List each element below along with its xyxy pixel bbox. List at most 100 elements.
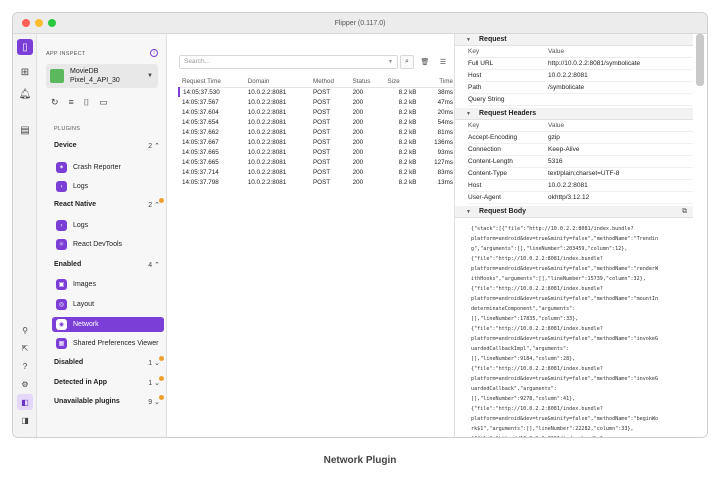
kv-key: Path bbox=[468, 84, 482, 91]
kv-row[interactable]: Host 10.0.2.2:8081 bbox=[468, 180, 693, 192]
chevron-down-icon: ▼ bbox=[466, 209, 471, 215]
kv-row[interactable]: Content-Length 5316 bbox=[468, 156, 693, 168]
group-enabled[interactable]: Enabled 4 ⌃ bbox=[54, 261, 164, 269]
plugin-shared-preferences[interactable]: ▦ Shared Preferences Viewer bbox=[52, 336, 164, 351]
images-icon: ▣ bbox=[56, 279, 67, 290]
list-icon[interactable]: ☰ bbox=[436, 55, 450, 69]
table-row[interactable]: 14:05:37.665 10.0.2.2:8081 POST 200 8.2 kB 93… bbox=[179, 147, 456, 157]
table-row[interactable]: 14:05:37.530 10.0.2.2:8081 POST 200 8.2 kB 38… bbox=[178, 87, 456, 97]
shared-preferences-icon: ▦ bbox=[56, 338, 67, 349]
key-column-label: Key bbox=[468, 122, 480, 129]
kv-row[interactable]: Path/symbolicate bbox=[468, 82, 693, 94]
video-icon[interactable]: ▭ bbox=[99, 97, 108, 108]
left-rail: ▯ ⊞ 🔔︎ ▤ ⚲ ⇱ ? ⚙ ◧ ◨ bbox=[13, 34, 37, 437]
grid-icon[interactable]: ⊞ bbox=[17, 64, 33, 80]
sidebar-toggle-icon[interactable]: ◧ bbox=[17, 394, 33, 410]
column-header[interactable]: Request Time bbox=[179, 76, 245, 88]
plugin-images[interactable]: ▣ Images bbox=[52, 277, 164, 292]
table-cell: 10.0.2.2:8081 bbox=[247, 118, 287, 126]
table-cell: 10.0.2.2:8081 bbox=[247, 88, 287, 96]
plugin-label: Network bbox=[73, 321, 99, 328]
table-cell: POST bbox=[312, 138, 331, 146]
plugin-sidebar: APP INSPECT i MovieDB Pixel_4_API_30 ▼ ↻… bbox=[37, 34, 167, 437]
table-row[interactable]: 14:05:37.714 10.0.2.2:8081 POST 200 8.2 kB 83… bbox=[179, 167, 456, 177]
plugin-label: Logs bbox=[73, 222, 89, 229]
panel-toggle-icon[interactable]: ◨ bbox=[17, 412, 33, 428]
trash-icon[interactable]: 🗑︎ bbox=[418, 55, 432, 69]
plugin-crash-reporter[interactable]: ✶ Crash Reporter bbox=[52, 160, 164, 175]
table-row[interactable]: 14:05:37.667 10.0.2.2:8081 POST 200 8.2 kB 13… bbox=[179, 137, 456, 147]
search-icon[interactable]: ⌕ bbox=[400, 55, 414, 69]
plugin-label: Layout bbox=[73, 301, 95, 308]
column-header[interactable]: Time bbox=[419, 76, 456, 88]
plugin-layout[interactable]: ◎ Layout bbox=[52, 297, 164, 312]
detail-scrollbar[interactable] bbox=[696, 34, 704, 86]
group-react-native[interactable]: React Native 2 ⌃ bbox=[54, 198, 164, 209]
document-icon[interactable]: ▤ bbox=[17, 122, 33, 138]
chevron-down-icon: ▼ bbox=[388, 59, 393, 65]
plugin-device-logs[interactable]: › Logs bbox=[52, 179, 164, 194]
kv-row[interactable]: Accept-Encoding gzip bbox=[468, 132, 693, 144]
section-request[interactable]: ▼ Request bbox=[455, 34, 693, 46]
table-cell: 14:05:37.665 bbox=[182, 148, 219, 156]
kv-row[interactable]: Query String bbox=[468, 94, 693, 106]
refresh-icon[interactable]: ↻ bbox=[51, 97, 59, 108]
info-icon[interactable]: i bbox=[150, 49, 158, 57]
section-request-body[interactable]: ▼ Request Body ⧉ bbox=[455, 206, 693, 218]
table-row[interactable]: 14:05:37.604 10.0.2.2:8081 POST 200 8.2 kB 20… bbox=[179, 107, 456, 117]
settings-icon[interactable]: ⚙ bbox=[17, 376, 33, 392]
bell-icon[interactable]: 🔔︎ bbox=[17, 86, 33, 102]
table-row[interactable]: 14:05:37.798 10.0.2.2:8081 POST 200 8.2 kB 13… bbox=[179, 177, 456, 187]
group-device[interactable]: Device 2 ⌃ bbox=[54, 142, 164, 150]
table-cell: 8.2 kB bbox=[398, 168, 417, 176]
camera-icon[interactable]: ⌷ bbox=[84, 97, 89, 108]
section-request-headers[interactable]: ▼ Request Headers bbox=[455, 108, 693, 120]
table-cell: 8.2 kB bbox=[398, 88, 417, 96]
group-detected-in-app[interactable]: Detected in App 1 ⌄ bbox=[54, 376, 164, 387]
headers-kv-header: Key Value bbox=[468, 120, 693, 132]
table-cell: 136ms bbox=[434, 138, 453, 146]
plugin-network[interactable]: ◉ Network bbox=[52, 317, 164, 332]
requests-table-body: 14:05:37.530 10.0.2.2:8081 POST 200 8.2 kB 38… bbox=[178, 87, 456, 187]
table-cell: 14:05:37.654 bbox=[182, 118, 219, 126]
group-unavailable[interactable]: Unavailable plugins 9 ⌄ bbox=[54, 395, 164, 406]
help-icon[interactable]: ? bbox=[17, 358, 33, 374]
table-cell: 200 bbox=[352, 168, 364, 176]
column-header[interactable]: Status bbox=[349, 76, 385, 88]
export-icon[interactable]: ⇱ bbox=[17, 340, 33, 356]
table-cell: 14:05:37.662 bbox=[182, 128, 219, 136]
kv-row[interactable]: User-Agent okhttp/3.12.12 bbox=[468, 192, 693, 204]
plugin-rn-logs[interactable]: › Logs bbox=[52, 218, 164, 233]
table-row[interactable]: 14:05:37.567 10.0.2.2:8081 POST 200 8.2 kB 47… bbox=[179, 97, 456, 107]
app-inspect-icon[interactable]: ▯ bbox=[17, 39, 33, 55]
group-disabled[interactable]: Disabled 1 ⌄ bbox=[54, 356, 164, 367]
menu-icon[interactable]: ≡ bbox=[69, 97, 74, 108]
table-row[interactable]: 14:05:37.662 10.0.2.2:8081 POST 200 8.2 kB 81… bbox=[179, 127, 456, 137]
table-cell: 14:05:37.530 bbox=[178, 87, 245, 97]
plugin-label: Images bbox=[73, 281, 96, 288]
table-cell: 200 bbox=[352, 88, 364, 96]
copy-icon[interactable]: ⧉ bbox=[682, 206, 687, 218]
plugin-react-devtools[interactable]: ⚛ React DevTools bbox=[52, 237, 164, 252]
table-row[interactable]: 14:05:37.665 10.0.2.2:8081 POST 200 8.2 kB 12… bbox=[179, 157, 456, 167]
table-row[interactable]: 14:05:37.654 10.0.2.2:8081 POST 200 8.2 kB 54… bbox=[179, 117, 456, 127]
column-header[interactable]: Size bbox=[384, 76, 420, 88]
requests-table: Request Time Domain Method Status Size Time 1… bbox=[178, 76, 456, 187]
table-cell: POST bbox=[312, 148, 331, 156]
kv-row[interactable]: Full URL http://10.0.2.2:8081/symbolicate bbox=[468, 58, 693, 70]
window-title: Flipper (0.117.0) bbox=[334, 19, 386, 27]
column-header[interactable]: Domain bbox=[244, 76, 310, 88]
kv-row[interactable]: Connection Keep-Alive bbox=[468, 144, 693, 156]
title-bar: Flipper (0.117.0) bbox=[13, 13, 707, 34]
group-enabled-label: Enabled bbox=[54, 261, 82, 268]
table-cell: 83ms bbox=[437, 168, 453, 176]
kv-row[interactable]: Content-Type text/plain;charset=UTF-8 bbox=[468, 168, 693, 180]
table-cell: 200 bbox=[352, 118, 364, 126]
search-input[interactable]: Search... ▼ bbox=[179, 55, 398, 69]
table-cell: 10.0.2.2:8081 bbox=[247, 138, 287, 146]
pin-icon[interactable]: ⚲ bbox=[17, 322, 33, 338]
column-header[interactable]: Method bbox=[309, 76, 350, 88]
group-unavailable-label: Unavailable plugins bbox=[54, 398, 120, 405]
device-selector[interactable]: MovieDB Pixel_4_API_30 ▼ bbox=[46, 64, 158, 88]
kv-row[interactable]: Host 10.0.2.2:8081 bbox=[468, 70, 693, 82]
